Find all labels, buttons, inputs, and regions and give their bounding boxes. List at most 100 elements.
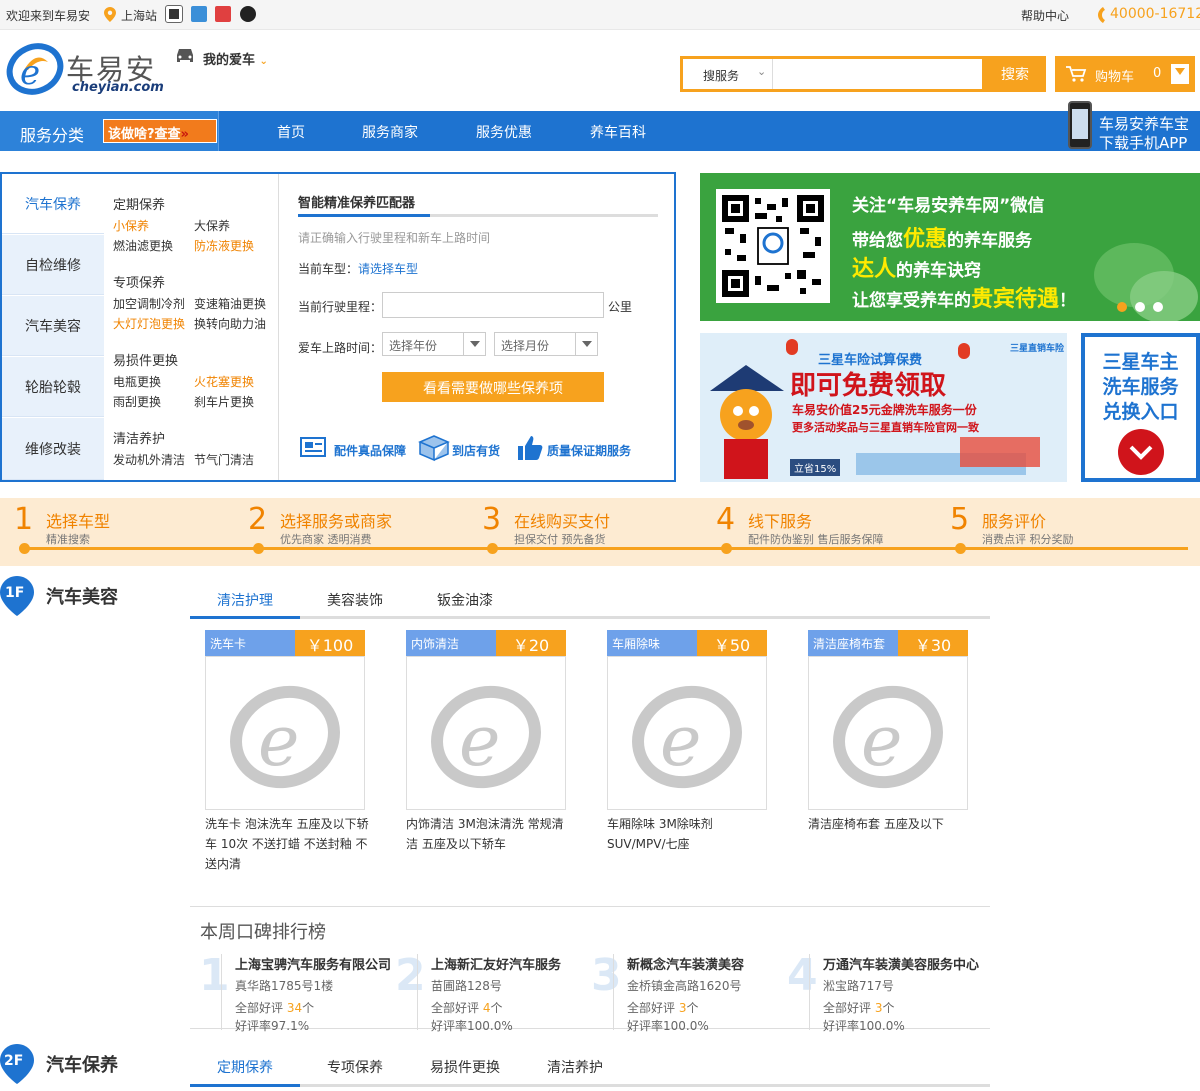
link-wiper[interactable]: 雨刮更换 [113, 393, 161, 410]
search-type-select[interactable]: 搜服务 ⌄ [683, 59, 773, 89]
my-car-menu[interactable]: 我的爱车 ⌄ [203, 49, 268, 68]
merchant-rating: 好评率100.0% [431, 1019, 513, 1033]
qrcode-icon[interactable] [165, 5, 183, 23]
step-title: 服务评价 [982, 512, 1047, 531]
app-download[interactable]: 车易安养车宝 下载手机APP [1064, 101, 1200, 152]
cart-button[interactable]: 购物车 0 [1055, 56, 1195, 92]
cart-icon [1066, 66, 1087, 82]
merchant-name[interactable]: 上海宝骋汽车服务有限公司 [235, 954, 391, 973]
rank-number: 3 [591, 950, 622, 1001]
weibo-icon[interactable] [215, 6, 231, 22]
label: 全部好评 [823, 1001, 872, 1015]
link-transmission-oil[interactable]: 变速箱油更换 [194, 295, 266, 312]
check-maintenance-button[interactable]: 看看需要做哪些保养项 [382, 372, 604, 402]
divider [221, 954, 222, 1030]
floor-badge-text: 1F [5, 585, 25, 601]
qq-icon[interactable] [240, 6, 256, 22]
tab-regular-maintenance[interactable]: 定期保养 [217, 1057, 273, 1077]
nav-item-home[interactable]: 首页 [277, 122, 305, 142]
link-fuel-filter[interactable]: 燃油滤更换 [113, 237, 173, 254]
help-center-link[interactable]: 帮助中心 [1021, 7, 1069, 24]
text: 的养车服务 [947, 231, 1033, 251]
search-button[interactable]: 搜索 [984, 56, 1046, 92]
ranking-item[interactable]: 3 新概念汽车装潢美容 金桥镇金高路1620号 全部好评 3个 好评率100.0… [591, 950, 803, 1033]
tab-modification[interactable]: 维修改装 [2, 418, 104, 480]
my-car-label: 我的爱车 [203, 53, 256, 68]
tab-tires[interactable]: 轮胎轮毂 [2, 357, 104, 417]
link-spark-plug[interactable]: 火花塞更换 [194, 373, 254, 390]
step-title: 线下服务 [748, 512, 813, 531]
nav-item-encyclopedia[interactable]: 养车百科 [590, 122, 646, 142]
divider [278, 174, 279, 480]
link-minor-service[interactable]: 小保养 [113, 217, 149, 234]
product-description[interactable]: 清洁座椅布套 五座及以下 [808, 814, 973, 834]
mileage-unit: 公里 [608, 300, 633, 314]
review-count: 34 [286, 1001, 303, 1015]
hotline-number: 40000-16712 [1110, 6, 1200, 22]
product-image[interactable]: e [205, 656, 365, 810]
link-throttle-clean[interactable]: 节气门清洁 [194, 451, 254, 468]
tab-paint[interactable]: 钣金油漆 [437, 590, 493, 610]
link-power-steering[interactable]: 换转向助力油 [194, 315, 266, 332]
product-description[interactable]: 车厢除味 3M除味剂 SUV/MPV/七座 [607, 814, 772, 854]
ranking-item[interactable]: 1 上海宝骋汽车服务有限公司 真华路1785号1楼 全部好评 34个 好评率97… [199, 950, 411, 1033]
link-engine-clean[interactable]: 发动机外清洁 [113, 451, 185, 468]
merchant-name[interactable]: 新概念汽车装潢美容 [627, 954, 744, 973]
tab-special-maintenance[interactable]: 专项保养 [327, 1057, 383, 1077]
ranking-item[interactable]: 4 万通汽车装潢美容服务中心 淞宝路717号 全部好评 3个 好评率100.0% [787, 950, 999, 1033]
tab-car-maintenance[interactable]: 汽车保养 [2, 174, 104, 234]
tab-car-beauty[interactable]: 汽车美容 [2, 296, 104, 356]
samsung-wash-entry[interactable]: 三星车主 洗车服务 兑换入口 [1081, 333, 1200, 482]
cart-dropdown[interactable] [1171, 64, 1189, 84]
year-select[interactable]: 选择年份 [382, 332, 486, 356]
step-number: 1 [14, 502, 34, 537]
product-image[interactable]: e [607, 656, 767, 810]
caret-down-icon [575, 333, 597, 355]
city-selector[interactable]: 上海站 [121, 7, 157, 24]
phone-app-icon [1068, 101, 1092, 149]
nav-item-deals[interactable]: 服务优惠 [476, 122, 532, 142]
product-tag: 内饰清洁 [406, 630, 496, 656]
app-icon[interactable] [191, 6, 207, 22]
link-battery[interactable]: 电瓶更换 [113, 373, 161, 390]
category-panel: 汽车保养 自检维修 汽车美容 轮胎轮毂 维修改装 定期保养 小保养 大保养 燃油… [0, 172, 676, 482]
product-image[interactable]: e [808, 656, 968, 810]
step-title: 选择车型 [46, 512, 111, 531]
wechat-banner[interactable]: 关注“车易安养车网”微信 带给您优惠的养车服务 达人的养车诀窍 让您享受养车的贵… [700, 173, 1200, 321]
tab-cleaning-care[interactable]: 清洁养护 [547, 1057, 603, 1077]
product-description[interactable]: 洗车卡 泡沫洗车 五座及以下轿车 10次 不送打蜡 不送封釉 不送内清 [205, 814, 370, 874]
product-tag: 车厢除味 [607, 630, 697, 656]
label: 全部好评 [431, 1001, 480, 1015]
step-title: 选择服务或商家 [280, 512, 393, 531]
link-major-service[interactable]: 大保养 [194, 217, 230, 234]
ranking-item[interactable]: 2 上海新汇友好汽车服务 苗圃路128号 全部好评 4个 好评率100.0% [395, 950, 607, 1033]
placeholder-logo-icon: e [632, 685, 742, 789]
merchant-name[interactable]: 万通汽车装潢美容服务中心 [823, 954, 979, 973]
phone-icon [1098, 7, 1105, 23]
link-brake-pad[interactable]: 刹车片更换 [194, 393, 254, 410]
promo-check-button[interactable]: 该做啥?查查» [103, 119, 217, 143]
merchant-name[interactable]: 上海新汇友好汽车服务 [431, 954, 561, 973]
select-model-link[interactable]: 请选择车型 [358, 262, 418, 276]
link-ac-refrigerant[interactable]: 加空调制冷剂 [113, 295, 185, 312]
step-dot [955, 543, 966, 554]
tab-decoration[interactable]: 美容装饰 [327, 590, 383, 610]
search-input[interactable] [775, 61, 980, 87]
category-menu[interactable]: 服务分类 该做啥?查查» [0, 111, 219, 151]
merchant-reviews: 全部好评 34个 [235, 999, 314, 1016]
logo-e-icon[interactable]: e [6, 40, 64, 98]
mileage-input[interactable] [382, 292, 604, 318]
tab-self-check[interactable]: 自检维修 [2, 235, 104, 295]
tab-wear-parts[interactable]: 易损件更换 [430, 1057, 500, 1077]
side-line3: 兑换入口 [1102, 401, 1179, 423]
product-image[interactable]: e [406, 656, 566, 810]
link-antifreeze[interactable]: 防冻液更换 [194, 237, 254, 254]
nav-item-merchants[interactable]: 服务商家 [362, 122, 418, 142]
product-description[interactable]: 内饰清洁 3M泡沫清洗 常规清洁 五座及以下轿车 [406, 814, 571, 854]
chevron-down-circle-icon[interactable] [1118, 429, 1164, 475]
tab-cleaning[interactable]: 清洁护理 [217, 590, 273, 610]
cart-count: 0 [1153, 66, 1162, 81]
month-select[interactable]: 选择月份 [494, 332, 598, 356]
samsung-insurance-banner[interactable]: 三星直销车险 三星车险试算保费 即可免费领取 车易安价值25元金牌洗车服务一份 … [700, 333, 1067, 482]
link-headlight-bulb[interactable]: 大灯灯泡更换 [113, 315, 185, 332]
